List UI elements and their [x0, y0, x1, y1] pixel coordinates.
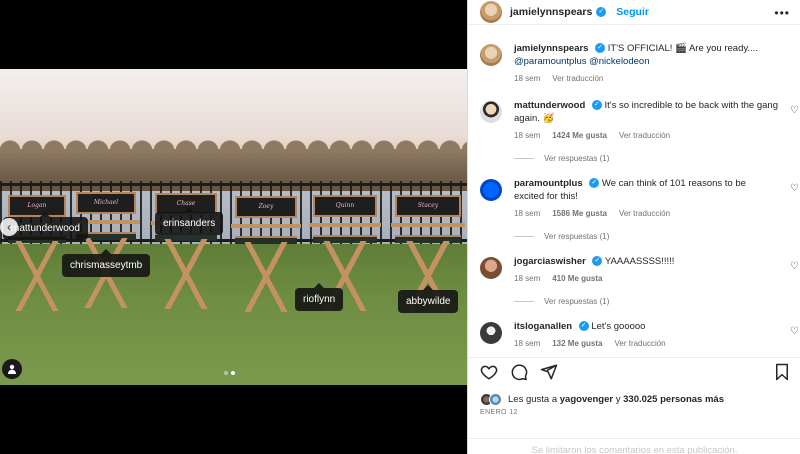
heart-icon[interactable]: ♡	[790, 105, 799, 116]
comment: paramountplus ✓ We can think of 101 reas…	[468, 177, 800, 241]
post-actions: Les gusta a yagovenger y 330.025 persona…	[468, 357, 800, 454]
chair-name: Logan	[8, 195, 66, 217]
view-replies[interactable]: Ver respuestas (1)	[514, 154, 778, 163]
avatar[interactable]	[480, 179, 502, 201]
verified-badge-icon: ✓	[589, 178, 600, 189]
heart-icon[interactable]: ♡	[790, 261, 799, 272]
chair-name: Zoey	[235, 196, 297, 218]
more-options-icon[interactable]: •••	[774, 6, 790, 20]
user-tag[interactable]: rioflynn	[295, 283, 344, 311]
comment-likes[interactable]: 1586 Me gusta	[552, 209, 607, 218]
heart-icon[interactable]: ♡	[790, 326, 799, 337]
chair-name: Stacey	[395, 195, 461, 217]
instagram-post-view: Logan Michael Chase Zoey Quinn Stacey ma…	[0, 0, 800, 454]
comments-limited-notice: Se limitaron los comentarios en esta pub…	[468, 438, 800, 454]
person-icon[interactable]	[2, 359, 22, 379]
view-replies[interactable]: Ver respuestas (1)	[514, 232, 778, 241]
comment-text: YAAAASSSS!!!!!	[604, 256, 675, 267]
chair-name: Quinn	[313, 195, 377, 217]
avatar[interactable]	[480, 322, 502, 344]
likes-user[interactable]: yagovenger	[560, 394, 613, 405]
comment-text: Let's gooooo	[591, 321, 646, 332]
user-tag[interactable]: abbywilde	[398, 285, 459, 313]
comment-time: 18 sem	[514, 274, 541, 283]
comment-username[interactable]: paramountplus	[514, 178, 583, 189]
chair-name: Michael	[76, 192, 136, 214]
comment: mattunderwood ✓ It's so incredible to be…	[468, 99, 800, 163]
director-chair: Zoey	[231, 196, 301, 316]
verified-badge-icon: ✓	[578, 321, 589, 332]
caption: jamielynnspears ✓ IT'S OFFICIAL! 🎬 Are y…	[468, 42, 800, 83]
avatar[interactable]	[480, 101, 502, 123]
likes-count[interactable]: 330.025 personas más	[623, 394, 724, 405]
comment-likes[interactable]: 410 Me gusta	[552, 274, 602, 283]
translate-link[interactable]: Ver traducción	[552, 74, 603, 83]
translate-link[interactable]: Ver traducción	[619, 209, 670, 218]
comment-username[interactable]: mattunderwood	[514, 100, 585, 111]
verified-badge-icon: ✓	[592, 256, 603, 267]
bookmark-icon[interactable]	[773, 363, 791, 381]
translate-link[interactable]: Ver traducción	[619, 131, 670, 140]
comment-likes[interactable]: 1424 Me gusta	[552, 131, 607, 140]
post-side-panel: jamielynnspears ✓ Seguir ••• jamielynnsp…	[467, 0, 800, 454]
chevron-left-icon[interactable]: ‹	[0, 218, 18, 236]
carousel-dot-active	[231, 371, 235, 375]
avatar[interactable]	[480, 1, 502, 23]
translate-link[interactable]: Ver traducción	[614, 339, 665, 348]
likes-summary[interactable]: Les gusta a yagovenger y 330.025 persona…	[480, 393, 724, 406]
share-icon[interactable]	[540, 363, 558, 381]
post-date: ENERO 12	[480, 409, 518, 416]
verified-badge-icon: ✓	[591, 100, 602, 111]
heart-icon[interactable]: ♡	[790, 183, 799, 194]
user-tag[interactable]: erinsanders	[155, 207, 224, 235]
likes-conjunction: y	[615, 394, 621, 405]
post-media: Logan Michael Chase Zoey Quinn Stacey ma…	[0, 0, 467, 454]
follow-button[interactable]: Seguir	[616, 6, 649, 18]
comment-username[interactable]: itsloganallen	[514, 321, 572, 332]
verified-badge-icon: ✓	[596, 7, 607, 17]
director-chair: Logan	[4, 195, 70, 311]
avatar[interactable]	[480, 257, 502, 279]
avatar	[489, 393, 502, 406]
comment-time: 18 sem	[514, 131, 541, 140]
carousel-dots	[224, 371, 235, 375]
comment-likes[interactable]: 132 Me gusta	[552, 339, 602, 348]
caption-username[interactable]: jamielynnspears	[514, 43, 588, 54]
verified-badge-icon: ✓	[595, 43, 606, 54]
comment: jogarciaswisher ✓ YAAAASSSS!!!!! 18 sem …	[468, 255, 800, 306]
comment-username[interactable]: jogarciaswisher	[514, 256, 586, 267]
caption-time: 18 sem	[514, 74, 541, 83]
caption-text: IT'S OFFICIAL! 🎬 Are you ready....	[607, 43, 758, 54]
view-replies[interactable]: Ver respuestas (1)	[514, 297, 778, 306]
carousel-dot	[224, 371, 228, 375]
heart-icon[interactable]	[480, 363, 498, 381]
comment-time: 18 sem	[514, 339, 541, 348]
post-photo[interactable]: Logan Michael Chase Zoey Quinn Stacey ma…	[0, 69, 467, 385]
comments-list[interactable]: jamielynnspears ✓ IT'S OFFICIAL! 🎬 Are y…	[468, 30, 800, 355]
caption-mentions[interactable]: @paramountplus @nickelodeon	[514, 56, 649, 67]
avatar[interactable]	[480, 44, 502, 66]
post-header: jamielynnspears ✓ Seguir •••	[468, 0, 800, 25]
user-tag[interactable]: chrismasseytmb	[62, 249, 151, 277]
comment-time: 18 sem	[514, 209, 541, 218]
header-username[interactable]: jamielynnspears	[510, 6, 592, 18]
likes-prefix: Les gusta a	[508, 394, 558, 405]
comment-icon[interactable]	[510, 363, 528, 381]
comment: itsloganallen ✓ Let's gooooo 18 sem 132 …	[468, 320, 800, 348]
